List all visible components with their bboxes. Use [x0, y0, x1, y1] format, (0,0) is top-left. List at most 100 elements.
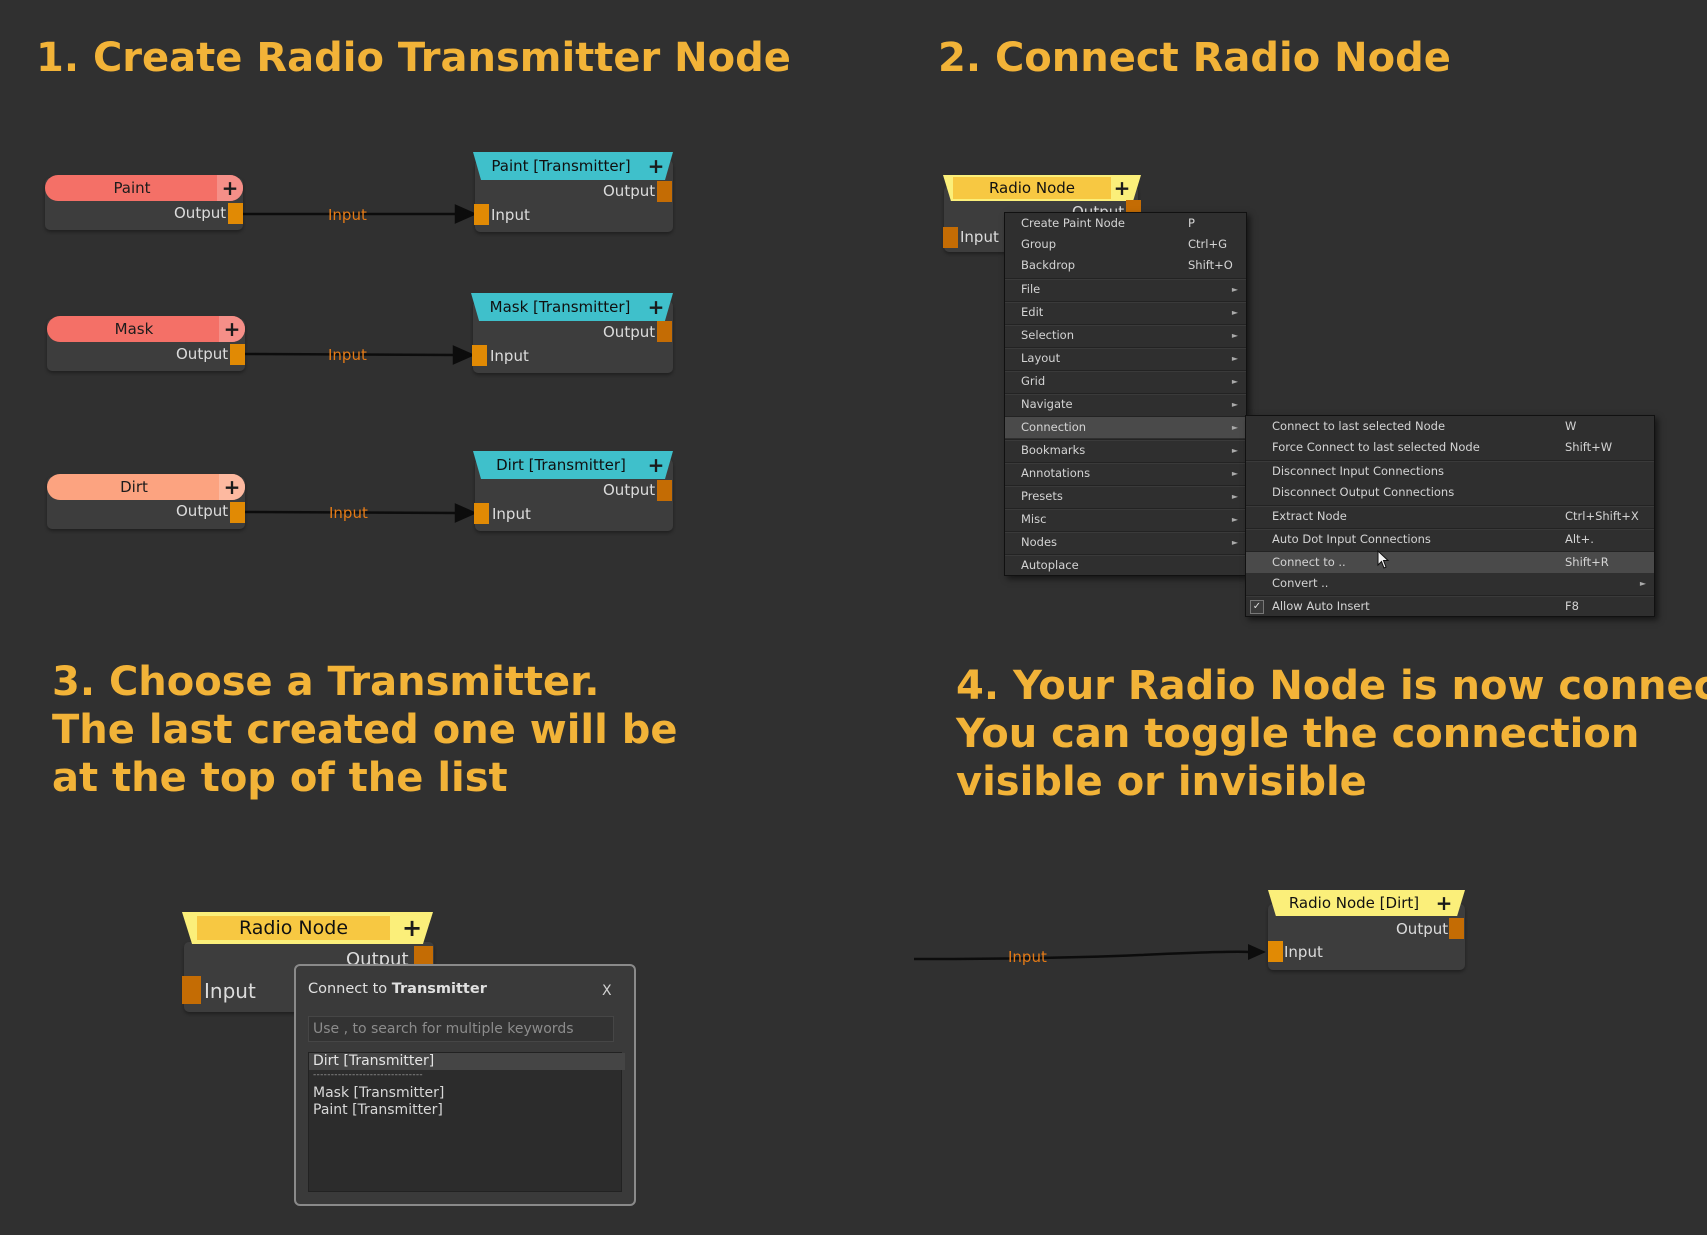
submenu-arrow-icon: ►	[1639, 579, 1646, 588]
step4-title-line3: visible or invisible	[956, 759, 1367, 805]
menu-item-presets[interactable]: Presets ►	[1005, 486, 1246, 507]
step4-radio-input-port[interactable]	[1268, 941, 1283, 962]
menu-item-autoplace[interactable]: Autoplace	[1005, 555, 1246, 576]
submenu-item-connect-to[interactable]: Connect to .. Shift+R	[1246, 552, 1654, 573]
transmitter-list[interactable]: Dirt [Transmitter] ---------------------…	[308, 1052, 625, 1192]
plus-icon[interactable]: +	[1109, 175, 1135, 201]
mask-output-port[interactable]	[230, 344, 245, 365]
plus-icon[interactable]: +	[643, 451, 669, 479]
menu-item-selection[interactable]: Selection ►	[1005, 325, 1246, 346]
mask-transmitter-input-port[interactable]	[472, 345, 487, 366]
plus-icon[interactable]: +	[1431, 890, 1457, 916]
submenu-item-convert[interactable]: Convert .. ►	[1246, 573, 1654, 594]
paint-transmitter-title: Paint [Transmitter]	[491, 157, 631, 175]
dirt-node-header[interactable]: Dirt +	[47, 474, 245, 500]
plus-icon[interactable]: +	[217, 175, 243, 201]
menu-item-navigate[interactable]: Navigate ►	[1005, 394, 1246, 415]
menu-item-annotations[interactable]: Annotations ►	[1005, 463, 1246, 484]
list-item-selected[interactable]: Dirt [Transmitter]	[309, 1053, 625, 1070]
list-divider: -------------------------------	[313, 1070, 423, 1080]
wire-mask-arrow	[452, 345, 476, 365]
menu-item-file[interactable]: File ►	[1005, 279, 1246, 300]
plus-icon[interactable]: +	[399, 912, 425, 944]
checkbox-checked-icon[interactable]: ✓	[1250, 600, 1264, 614]
wire-paint-arrow	[454, 204, 478, 224]
menu-item-grid[interactable]: Grid ►	[1005, 371, 1246, 392]
paint-node-title: Paint	[113, 179, 151, 197]
submenu-arrow-icon: ►	[1231, 377, 1238, 386]
plus-icon[interactable]: +	[219, 316, 245, 342]
plus-icon[interactable]: +	[643, 152, 669, 180]
dirt-transmitter-input-label: Input	[492, 505, 531, 523]
step3-radio-input-port[interactable]	[182, 976, 201, 1004]
paint-transmitter-input-label: Input	[491, 206, 530, 224]
menu-item-nodes[interactable]: Nodes ►	[1005, 532, 1246, 553]
dirt-transmitter-input-port[interactable]	[474, 503, 489, 524]
step4-title: 4. Your Radio Node is now connected You …	[956, 662, 1707, 806]
paint-output-port[interactable]	[228, 203, 243, 224]
connection-submenu: Connect to last selected Node W Force Con…	[1245, 415, 1655, 617]
paint-output-label: Output	[174, 204, 227, 222]
menu-item-create-paint-node[interactable]: Create Paint Node P	[1005, 213, 1246, 234]
plus-icon[interactable]: +	[643, 293, 669, 321]
paint-transmitter-output-label: Output	[603, 182, 656, 200]
menu-item-layout[interactable]: Layout ►	[1005, 348, 1246, 369]
dirt-transmitter-output-port[interactable]	[657, 480, 672, 501]
step3-radio-output-port[interactable]	[414, 946, 433, 964]
paint-node-header[interactable]: Paint +	[45, 175, 243, 201]
step4-radio-node-header[interactable]: Radio Node [Dirt] +	[1268, 890, 1465, 916]
step2-radio-input-label: Input	[960, 228, 999, 246]
step4-radio-node-title: Radio Node [Dirt]	[1288, 894, 1420, 912]
dirt-output-port[interactable]	[230, 502, 245, 523]
submenu-item-connect-last-selected[interactable]: Connect to last selected Node W	[1246, 416, 1654, 437]
submenu-arrow-icon: ►	[1231, 354, 1238, 363]
submenu-item-extract-node[interactable]: Extract Node Ctrl+Shift+X	[1246, 506, 1654, 527]
step4-wire-label: Input	[1008, 948, 1047, 966]
context-menu: Create Paint Node P Group Ctrl+G Backdrop S…	[1004, 212, 1247, 576]
submenu-item-force-connect[interactable]: Force Connect to last selected Node Shift…	[1246, 437, 1654, 458]
list-item[interactable]: Paint [Transmitter]	[313, 1102, 443, 1119]
dirt-output-label: Output	[176, 502, 229, 520]
submenu-item-disconnect-output[interactable]: Disconnect Output Connections	[1246, 482, 1654, 503]
submenu-arrow-icon: ►	[1231, 492, 1238, 501]
submenu-item-disconnect-input[interactable]: Disconnect Input Connections	[1246, 461, 1654, 482]
list-item[interactable]: Mask [Transmitter]	[313, 1085, 444, 1102]
connect-to-transmitter-dialog: Connect to Transmitter X Use , to search…	[294, 964, 636, 1206]
mask-transmitter-header[interactable]: Mask [Transmitter] +	[471, 293, 673, 321]
menu-item-connection[interactable]: Connection ►	[1005, 417, 1246, 438]
step3-title: 3. Choose a Transmitter. The last create…	[52, 658, 678, 802]
step3-radio-input-label: Input	[204, 979, 256, 1003]
submenu-item-auto-dot[interactable]: Auto Dot Input Connections Alt+.	[1246, 529, 1654, 550]
menu-item-misc[interactable]: Misc ►	[1005, 509, 1246, 530]
submenu-arrow-icon: ►	[1231, 285, 1238, 294]
plus-icon[interactable]: +	[219, 474, 245, 500]
step2-radio-node-title: Radio Node	[953, 177, 1111, 199]
mask-output-label: Output	[176, 345, 229, 363]
step3-title-line3: at the top of the list	[52, 755, 508, 801]
mask-node-title: Mask	[114, 320, 154, 338]
paint-transmitter-output-port[interactable]	[657, 181, 672, 202]
submenu-item-allow-auto-insert[interactable]: ✓ Allow Auto Insert F8	[1246, 596, 1654, 617]
step2-radio-input-port[interactable]	[943, 227, 958, 248]
search-input[interactable]: Use , to search for multiple keywords	[308, 1016, 614, 1042]
dirt-wire-label: Input	[329, 504, 368, 522]
dirt-transmitter-header[interactable]: Dirt [Transmitter] +	[473, 451, 673, 479]
step4-radio-output-port[interactable]	[1449, 918, 1464, 939]
menu-item-group[interactable]: Group Ctrl+G	[1005, 234, 1246, 255]
step2-radio-node-header[interactable]: Radio Node +	[943, 175, 1141, 201]
paint-transmitter-input-port[interactable]	[474, 204, 489, 225]
submenu-arrow-icon: ►	[1231, 308, 1238, 317]
mask-node-header[interactable]: Mask +	[47, 316, 245, 342]
menu-item-edit[interactable]: Edit ►	[1005, 302, 1246, 323]
step3-title-line1: 3. Choose a Transmitter.	[52, 659, 600, 705]
step3-radio-node-header[interactable]: Radio Node +	[182, 912, 433, 944]
menu-item-backdrop[interactable]: Backdrop Shift+O	[1005, 255, 1246, 276]
menu-item-bookmarks[interactable]: Bookmarks ►	[1005, 440, 1246, 461]
submenu-arrow-icon: ►	[1231, 538, 1238, 547]
paint-transmitter-header[interactable]: Paint [Transmitter] +	[473, 152, 673, 180]
paint-wire-label: Input	[328, 206, 367, 224]
close-icon[interactable]: X	[602, 983, 612, 999]
step4-title-line2: You can toggle the connection	[956, 711, 1640, 757]
dialog-title: Connect to Transmitter	[308, 981, 487, 997]
mask-transmitter-output-port[interactable]	[657, 321, 672, 342]
